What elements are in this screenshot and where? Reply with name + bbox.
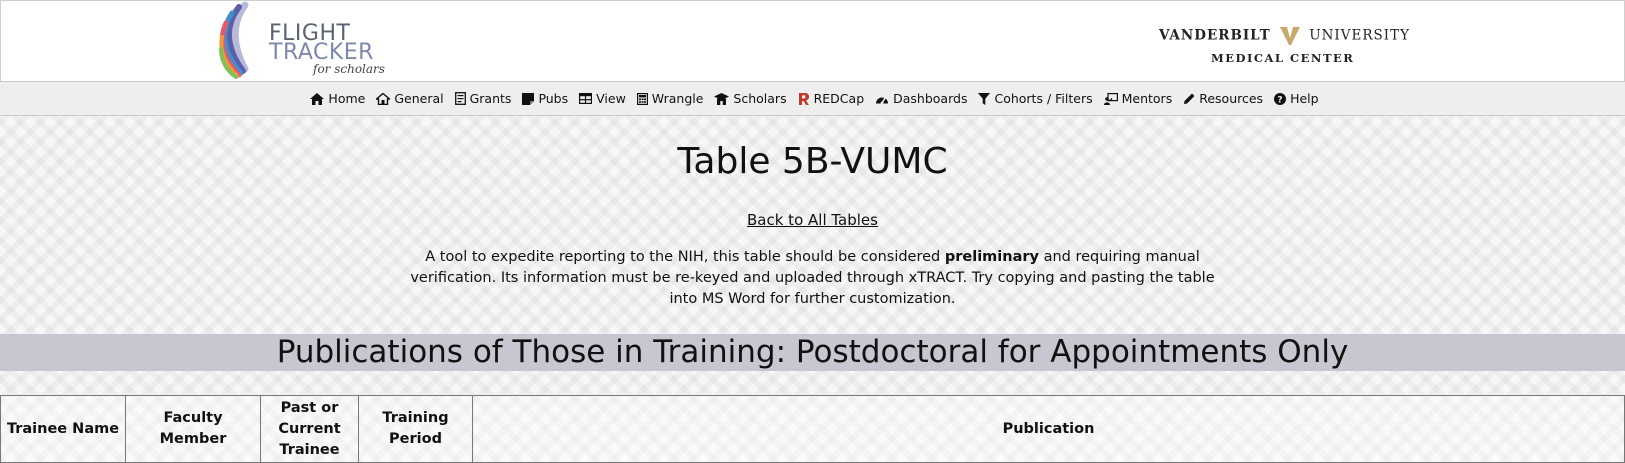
redcap-icon	[798, 92, 809, 105]
nav-grants[interactable]: Grants	[454, 91, 512, 106]
nav-pubs-label: Pubs	[538, 91, 569, 106]
svg-text:?: ?	[1277, 95, 1282, 105]
logo-text-for-scholars: for scholars	[313, 62, 385, 76]
nav-mentors-label: Mentors	[1121, 91, 1173, 106]
nav-wrangle-label: Wrangle	[651, 91, 704, 106]
nav-help[interactable]: ? Help	[1274, 91, 1319, 106]
dashboards-icon	[876, 97, 889, 104]
nav-cohorts-filters-label: Cohorts / Filters	[994, 91, 1093, 106]
nav-view[interactable]: View	[579, 91, 626, 106]
pubs-icon	[522, 92, 535, 105]
nav-general-label: General	[394, 91, 444, 106]
header-faculty-member: Faculty Member	[125, 395, 261, 463]
header-publication: Publication	[472, 395, 1625, 463]
flight-tracker-logo[interactable]: FLIGHT TRACKER for scholars	[215, 1, 385, 79]
nav-resources[interactable]: Resources	[1183, 91, 1263, 106]
nav-pubs[interactable]: Pubs	[522, 91, 568, 106]
view-icon	[579, 93, 593, 104]
nav-wrangle[interactable]: Wrangle	[636, 91, 704, 106]
intro-bold: preliminary	[944, 249, 1039, 265]
logo-text-tracker: TRACKER	[269, 40, 374, 65]
nav-home[interactable]: Home	[310, 91, 365, 106]
intro-text: A tool to expedite reporting to the NIH,…	[405, 247, 1220, 310]
site-header: FLIGHT TRACKER for scholars VANDERBILT U…	[0, 0, 1625, 82]
nav-dashboards[interactable]: Dashboards	[875, 91, 967, 106]
nav-view-label: View	[596, 91, 626, 106]
nav-grants-label: Grants	[469, 91, 512, 106]
nav-redcap-label: REDCap	[813, 91, 865, 106]
resources-icon	[1184, 93, 1195, 104]
header-trainee-name: Trainee Name	[0, 395, 126, 463]
nav-dashboards-label: Dashboards	[893, 91, 968, 106]
grants-icon	[454, 92, 466, 105]
page-title: Table 5B-VUMC	[677, 141, 948, 182]
nav-scholars-label: Scholars	[733, 91, 787, 106]
university-word: UNIVERSITY	[1309, 27, 1411, 44]
main-nav: Home General Grants Pubs View Wrangle Sc…	[0, 81, 1625, 116]
table-header-row: Trainee Name Faculty Member Past or Curr…	[0, 395, 1625, 463]
nav-cohorts-filters[interactable]: Cohorts / Filters	[978, 91, 1093, 106]
help-icon: ?	[1274, 92, 1287, 105]
scholars-icon	[714, 92, 730, 105]
header-past-or-current-trainee: Past or Current Trainee	[260, 395, 359, 463]
nav-resources-label: Resources	[1199, 91, 1264, 106]
general-icon	[376, 92, 391, 105]
vanderbilt-word: VANDERBILT	[1159, 27, 1271, 44]
wrangle-icon	[636, 92, 648, 105]
vanderbilt-v-oak-icon	[1279, 27, 1300, 45]
back-to-all-tables-link[interactable]: Back to All Tables	[747, 211, 878, 229]
nav-scholars[interactable]: Scholars	[714, 91, 787, 106]
nav-general[interactable]: General	[376, 91, 444, 106]
nav-help-label: Help	[1290, 91, 1319, 106]
nav-redcap[interactable]: REDCap	[798, 91, 865, 106]
nav-mentors[interactable]: Mentors	[1103, 91, 1173, 106]
vanderbilt-wordmark: VANDERBILT UNIVERSITY	[1159, 26, 1410, 46]
header-training-period: Training Period	[358, 395, 473, 463]
section-title: Publications of Those in Training: Postd…	[276, 334, 1349, 370]
vanderbilt-logo[interactable]: VANDERBILT UNIVERSITY MEDICAL CENTER	[1159, 21, 1409, 67]
intro-before: A tool to expedite reporting to the NIH,…	[425, 249, 941, 265]
medical-center-word: MEDICAL CENTER	[1211, 51, 1355, 65]
back-link-container: Back to All Tables	[0, 210, 1625, 230]
mentors-icon	[1103, 92, 1118, 105]
filter-icon	[978, 92, 991, 105]
home-icon	[310, 92, 325, 105]
flight-tracker-feather-icon	[219, 1, 249, 79]
nav-home-label: Home	[328, 91, 366, 106]
publications-table: Trainee Name Faculty Member Past or Curr…	[0, 395, 1625, 463]
